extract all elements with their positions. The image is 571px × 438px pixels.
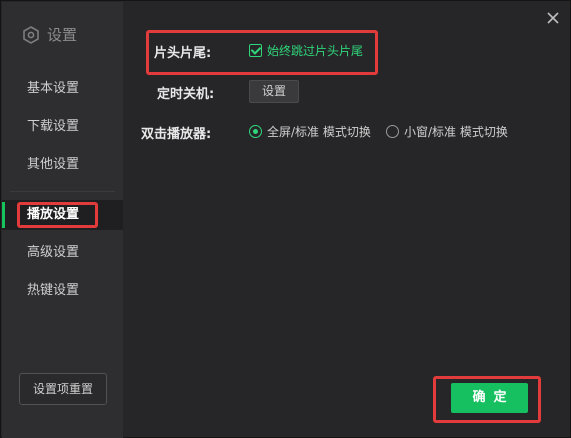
sidebar-item-label: 热键设置 <box>27 283 80 298</box>
checkbox-checked-icon <box>249 44 262 57</box>
reset-settings-button[interactable]: 设置项重置 <box>19 373 107 405</box>
ok-button[interactable]: 确定 <box>451 383 528 413</box>
radio-label: 全屏/标准 模式切换 <box>267 125 371 139</box>
sidebar-nav: 基本设置 下载设置 其他设置 播放设置 高级设置 热键设置 <box>2 70 123 310</box>
close-icon[interactable] <box>544 9 562 27</box>
dblclick-label: 双击播放器: <box>141 127 212 142</box>
sidebar: 设置 基本设置 下载设置 其他设置 播放设置 高级设置 热键设置 设置项重置 <box>2 2 123 438</box>
radio-label: 小窗/标准 模式切换 <box>404 125 508 139</box>
sidebar-divider <box>10 191 115 192</box>
sidebar-item-label: 高级设置 <box>27 245 80 260</box>
radio-fullscreen-toggle[interactable]: 全屏/标准 模式切换 <box>249 123 371 140</box>
highlight-box <box>17 202 98 228</box>
settings-dialog: 设置 基本设置 下载设置 其他设置 播放设置 高级设置 热键设置 设置项重置 片… <box>0 0 571 438</box>
shutdown-settings-button[interactable]: 设置 <box>249 80 299 103</box>
skip-intro-checkbox-label: 始终跳过片头片尾 <box>267 44 364 58</box>
sidebar-item-label: 基本设置 <box>27 81 80 96</box>
sidebar-title: 设置 <box>22 24 77 45</box>
sidebar-item-hotkey[interactable]: 热键设置 <box>2 272 123 310</box>
sidebar-item-other[interactable]: 其他设置 <box>2 146 123 184</box>
sidebar-item-download[interactable]: 下载设置 <box>2 108 123 146</box>
radio-mini-toggle[interactable]: 小窗/标准 模式切换 <box>386 123 508 140</box>
radio-unselected-icon <box>386 125 399 138</box>
sidebar-item-advanced[interactable]: 高级设置 <box>2 234 123 272</box>
settings-hexagon-icon <box>22 25 40 44</box>
sidebar-item-playback[interactable]: 播放设置 <box>2 200 123 230</box>
sidebar-item-label: 其他设置 <box>27 157 80 172</box>
sidebar-title-text: 设置 <box>47 26 78 44</box>
sidebar-item-label: 下载设置 <box>27 119 80 134</box>
radio-selected-icon <box>249 125 262 138</box>
shutdown-label: 定时关机: <box>157 87 215 102</box>
skip-label: 片头片尾: <box>154 46 212 61</box>
skip-intro-checkbox[interactable]: 始终跳过片头片尾 <box>249 42 363 59</box>
sidebar-item-basic[interactable]: 基本设置 <box>2 70 123 108</box>
